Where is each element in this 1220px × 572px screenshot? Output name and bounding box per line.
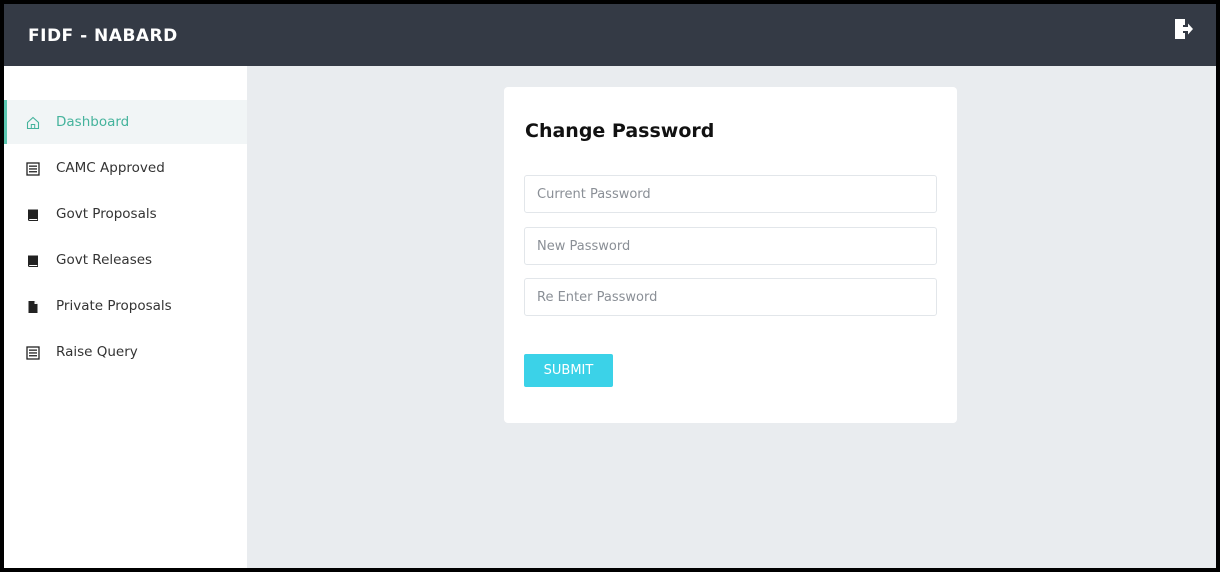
sidebar-item-dashboard[interactable]: Dashboard (4, 100, 247, 144)
sidebar-item-label: Private Proposals (56, 298, 172, 314)
file-icon (26, 299, 40, 313)
sidebar-item-label: Dashboard (56, 114, 130, 130)
new-password-field[interactable] (524, 227, 937, 265)
logout-icon[interactable] (1174, 17, 1194, 41)
book-icon (26, 207, 40, 221)
current-password-field[interactable] (524, 175, 937, 213)
sidebar-item-raise-query[interactable]: Raise Query (4, 330, 247, 374)
page-title: Change Password (525, 120, 715, 142)
sidebar-nav: Dashboard CAMC Approved Govt Proposals G… (4, 100, 247, 376)
home-icon (26, 115, 40, 130)
top-navbar: FIDF - NABARD (4, 4, 1216, 66)
app-window: FIDF - NABARD Dashboard CAMC Approved Go… (4, 4, 1216, 568)
sidebar-item-label: Govt Proposals (56, 206, 157, 222)
brand-title: FIDF - NABARD (28, 26, 178, 46)
sidebar-item-govt-releases[interactable]: Govt Releases (4, 238, 247, 282)
sidebar-item-govt-proposals[interactable]: Govt Proposals (4, 192, 247, 236)
sidebar-item-label: CAMC Approved (56, 160, 165, 176)
list-icon (26, 161, 40, 176)
list-icon (26, 345, 40, 360)
sidebar-item-camc-approved[interactable]: CAMC Approved (4, 146, 247, 190)
submit-button[interactable]: SUBMIT (524, 354, 613, 387)
sidebar: Dashboard CAMC Approved Govt Proposals G… (4, 66, 247, 568)
sidebar-item-label: Govt Releases (56, 252, 153, 268)
reenter-password-field[interactable] (524, 278, 937, 316)
book-icon (26, 253, 40, 267)
sidebar-item-private-proposals[interactable]: Private Proposals (4, 284, 247, 328)
sidebar-item-label: Raise Query (56, 344, 138, 360)
change-password-card: Change Password SUBMIT (504, 87, 957, 423)
